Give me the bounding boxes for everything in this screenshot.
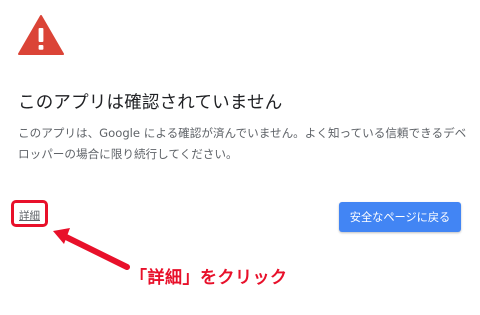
annotation-label: 「詳細」をクリック	[130, 268, 288, 288]
back-to-safety-button[interactable]: 安全なページに戻る	[339, 202, 461, 232]
warning-triangle-icon	[18, 15, 64, 55]
annotation-highlight-box	[11, 200, 48, 227]
page-title: このアプリは確認されていません	[18, 93, 283, 113]
warning-message: このアプリは、Google による確認が済んでいません。よく知っている信頼できる…	[18, 126, 467, 161]
